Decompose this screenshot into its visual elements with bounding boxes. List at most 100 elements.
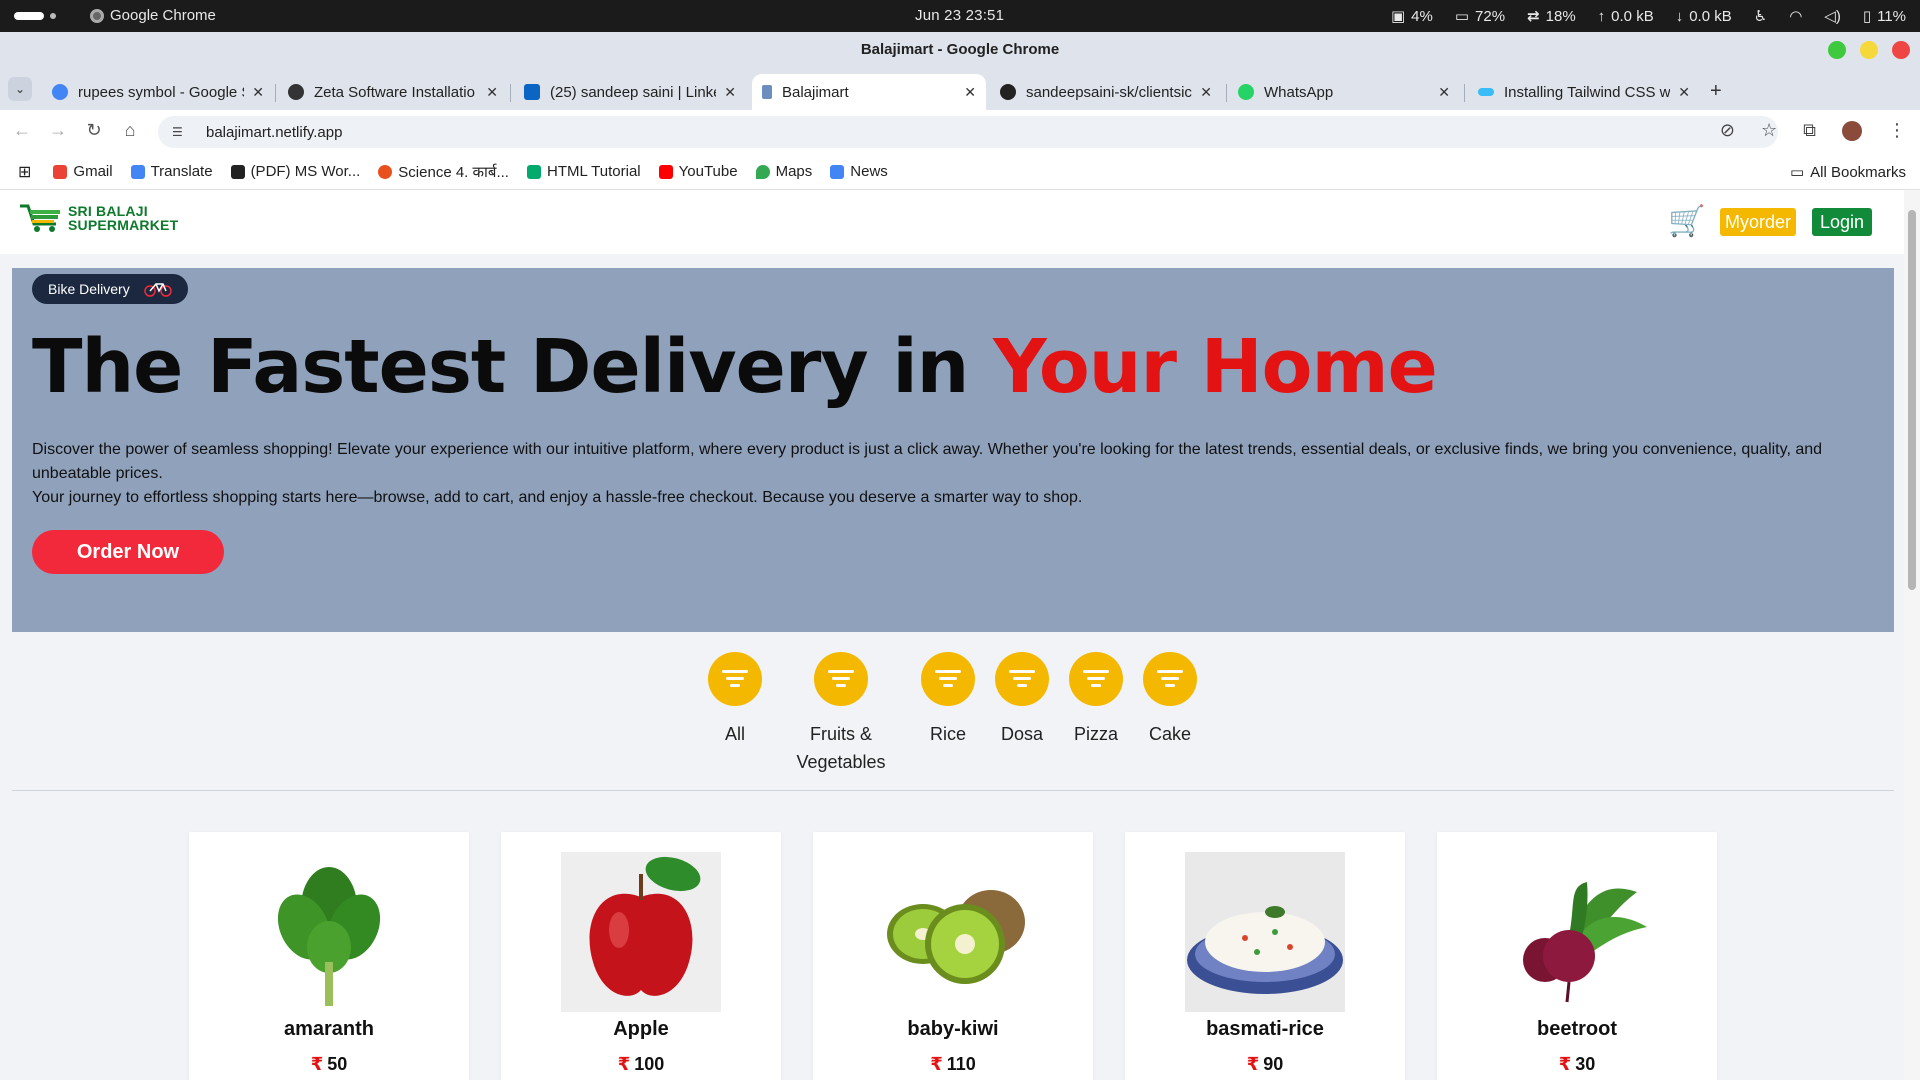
accessibility-icon[interactable]: ♿ [1754, 7, 1767, 25]
apps-grid-icon[interactable]: ⊞ [18, 162, 31, 182]
tab-linkedin[interactable]: (25) sandeep saini | Linke ✕ [514, 74, 746, 110]
tab-tailwind[interactable]: Installing Tailwind CSS w ✕ [1468, 74, 1700, 110]
cart-icon[interactable]: 🛒 [1668, 204, 1705, 239]
login-button[interactable]: Login [1812, 208, 1873, 236]
product-card[interactable]: amaranth ₹50 [189, 832, 469, 1080]
os-app-name: Google Chrome [110, 7, 216, 24]
product-name: basmati-rice [1206, 1018, 1324, 1040]
back-icon[interactable]: ← [10, 120, 34, 141]
science-site-icon [378, 164, 393, 179]
upload-icon: ↑ [1597, 7, 1606, 25]
reload-icon[interactable]: ↻ [82, 120, 106, 141]
translate-icon [130, 164, 145, 179]
myorder-button[interactable]: Myorder [1720, 208, 1797, 236]
os-status-area[interactable]: ▣ 4% ▭ 72% ⇄ 18% ↑ 0.0 kB ↓ 0.0 kB ♿ ◠ ◁) ▯ 11… [1391, 7, 1906, 26]
site-logo[interactable]: SRI BALAJI SUPERMARKET [18, 202, 178, 234]
bookmark-science[interactable]: Science 4. कार्ब... [378, 162, 509, 182]
rupee-symbol: ₹ [1558, 1054, 1572, 1074]
maps-icon [755, 164, 770, 179]
tab-github[interactable]: sandeepsaini-sk/clientsic ✕ [990, 74, 1222, 110]
close-icon[interactable]: ✕ [724, 84, 736, 101]
menu-dots-icon[interactable]: ⋮ [1888, 120, 1906, 141]
bookmark-maps[interactable]: Maps [755, 163, 812, 180]
address-bar[interactable]: ☰ balajimart.netlify.app [158, 116, 1778, 148]
download-icon: ↓ [1675, 7, 1684, 25]
bookmark-news[interactable]: News [830, 163, 888, 180]
tab-whatsapp[interactable]: WhatsApp ✕ [1228, 74, 1460, 110]
tab-search-button[interactable]: ⌄ [8, 77, 32, 101]
chrome-icon [90, 8, 104, 23]
forward-icon[interactable]: → [46, 120, 70, 141]
extensions-icon[interactable]: ⧉ [1803, 120, 1816, 141]
minimize-button[interactable] [1828, 41, 1846, 59]
product-card[interactable]: baby-kiwi ₹110 [813, 832, 1093, 1080]
bookmark-pdf[interactable]: (PDF) MS Wor... [230, 163, 360, 180]
wifi-icon[interactable]: ◠ [1789, 7, 1802, 25]
category-filter: All Fruits & Vegetables Rice Dosa Pizza … [0, 652, 1904, 782]
gmail-icon [53, 164, 68, 179]
site-viewport: SRI BALAJI SUPERMARKET 🛒 Myorder Login B… [0, 190, 1920, 1080]
activities-indicator[interactable] [14, 12, 44, 20]
new-tab-button[interactable]: + [1710, 80, 1722, 103]
folder-icon: ▭ [1789, 164, 1805, 181]
filter-icon [814, 652, 868, 706]
bookmarks-bar: ⊞ Gmail Translate (PDF) MS Wor... Scienc… [0, 154, 1920, 190]
bookmark-star-icon[interactable]: ☆ [1761, 120, 1777, 141]
os-app-menu[interactable]: Google Chrome [90, 7, 216, 24]
linkedin-icon [524, 84, 540, 100]
maximize-button[interactable] [1860, 41, 1878, 59]
scrollbar-thumb[interactable] [1908, 210, 1916, 590]
tab-balajimart[interactable]: Balajimart ✕ [752, 74, 986, 110]
browser-toolbar: ← → ↻ ⌂ ☰ balajimart.netlify.app ⊘ ☆ ⧉ ⋮ [0, 110, 1920, 154]
product-card[interactable]: Apple ₹100 [501, 832, 781, 1080]
beetroot-image [1523, 882, 1647, 1003]
url-text[interactable]: balajimart.netlify.app [206, 124, 342, 141]
category-cake[interactable]: Cake [1115, 652, 1225, 748]
page-scrollbar[interactable] [1904, 190, 1920, 1080]
category-all[interactable]: All [680, 652, 790, 748]
bookmark-youtube[interactable]: YouTube [658, 163, 738, 180]
close-icon[interactable]: ✕ [964, 84, 976, 101]
category-fruits-vegetables[interactable]: Fruits & Vegetables [786, 652, 896, 776]
bookmark-html-tutorial[interactable]: HTML Tutorial [526, 163, 641, 180]
balajimart-icon [762, 85, 772, 99]
site-info-icon[interactable]: ☰ [172, 125, 190, 139]
window-title-bar: Balajimart - Google Chrome [0, 32, 1920, 68]
close-icon[interactable]: ✕ [1200, 84, 1212, 101]
w3schools-icon [526, 164, 541, 179]
product-grid: amaranth ₹50 Apple ₹100 baby-kiwi ₹ 110 … [0, 832, 1904, 1080]
os-top-bar: Google Chrome Jun 23 23:51 ▣ 4% ▭ 72% ⇄ 18%… [0, 0, 1920, 32]
section-divider [12, 790, 1894, 791]
tab-rupees[interactable]: rupees symbol - Google S ✕ [42, 74, 274, 110]
filter-icon [1143, 652, 1197, 706]
bike-delivery-badge: Bike Delivery [32, 274, 188, 304]
tab-strip: ⌄ rupees symbol - Google S ✕ Zeta Softwa… [0, 68, 1920, 110]
close-icon[interactable]: ✕ [252, 84, 264, 101]
apple-image [561, 852, 721, 1012]
product-card[interactable]: beetroot ₹30 [1437, 832, 1717, 1080]
profile-avatar[interactable] [1842, 120, 1862, 141]
github-icon [1000, 84, 1016, 100]
memory-icon: ▭ [1454, 8, 1470, 25]
whatsapp-icon [1238, 84, 1254, 100]
close-icon[interactable]: ✕ [1678, 84, 1690, 101]
product-name: amaranth [283, 1018, 375, 1040]
order-now-button[interactable]: Order Now [32, 530, 224, 574]
os-clock[interactable]: Jun 23 23:51 [915, 7, 1004, 24]
bookmark-gmail[interactable]: Gmail [53, 163, 113, 180]
eye-off-icon[interactable]: ⊘ [1720, 120, 1735, 141]
tab-zeta[interactable]: Zeta Software Installatio ✕ [278, 74, 508, 110]
all-bookmarks[interactable]: ▭ All Bookmarks [1789, 163, 1906, 182]
news-icon [830, 164, 845, 179]
close-icon[interactable]: ✕ [1438, 84, 1450, 101]
home-icon[interactable]: ⌂ [118, 120, 142, 141]
close-icon[interactable]: ✕ [486, 84, 498, 101]
product-price: ₹100 [617, 1054, 665, 1074]
rupee-symbol: ₹ [617, 1054, 631, 1074]
volume-icon[interactable]: ◁) [1824, 7, 1841, 25]
tailwind-icon [1478, 88, 1494, 96]
close-window-button[interactable] [1892, 41, 1910, 59]
bookmark-translate[interactable]: Translate [130, 163, 213, 180]
site-header: SRI BALAJI SUPERMARKET 🛒 Myorder Login [0, 190, 1904, 254]
product-card[interactable]: basmati-rice ₹90 [1125, 832, 1405, 1080]
